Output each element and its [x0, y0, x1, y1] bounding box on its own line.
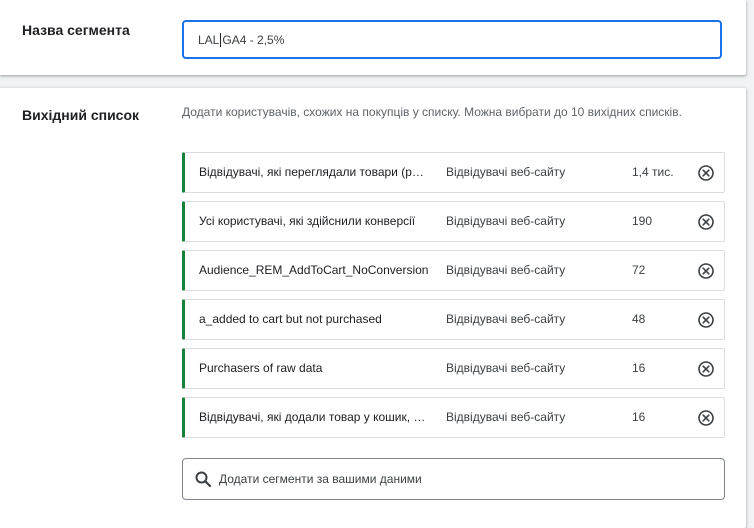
audience-size: 16 — [632, 361, 646, 375]
segment-name-input[interactable]: LAL GA4 - 2,5% — [182, 20, 722, 59]
audience-name: Відвідувачі, які додали товар у кошик, … — [199, 410, 426, 424]
segment-name-card: Назва сегмента LAL GA4 - 2,5% — [0, 0, 746, 75]
source-list-row: a_added to cart but not purchased Відвід… — [182, 299, 725, 340]
source-list-row: Purchasers of raw data Відвідувачі веб-с… — [182, 348, 725, 389]
close-circle-icon[interactable] — [696, 212, 716, 232]
add-segment-placeholder: Додати сегменти за вашими даними — [219, 472, 422, 486]
close-circle-icon[interactable] — [696, 408, 716, 428]
source-list-description: Додати користувачів, схожих на покупців … — [182, 105, 682, 119]
source-list-row: Відвідувачі, які переглядали товари (р… … — [182, 152, 725, 193]
text-caret — [220, 32, 222, 47]
close-circle-icon[interactable] — [696, 310, 716, 330]
close-circle-icon[interactable] — [696, 359, 716, 379]
close-circle-icon[interactable] — [696, 261, 716, 281]
segment-name-value-start: LAL — [198, 32, 220, 47]
add-segment-input[interactable]: Додати сегменти за вашими даними — [182, 458, 725, 500]
close-circle-icon[interactable] — [696, 163, 716, 183]
source-list-row: Audience_REM_AddToCart_NoConversion Відв… — [182, 250, 725, 291]
source-list-row: Відвідувачі, які додали товар у кошик, …… — [182, 397, 725, 438]
audience-name: Відвідувачі, які переглядали товари (р… — [199, 165, 424, 179]
audience-name: Усі користувачі, які здійснили конверсії — [199, 214, 416, 228]
audience-size: 16 — [632, 410, 646, 424]
audience-type: Відвідувачі веб-сайту — [446, 410, 566, 424]
audience-size: 1,4 тис. — [632, 165, 674, 179]
audience-size: 72 — [632, 263, 646, 277]
audience-type: Відвідувачі веб-сайту — [446, 361, 566, 375]
audience-type: Відвідувачі веб-сайту — [446, 165, 566, 179]
audience-name: Audience_REM_AddToCart_NoConversion — [199, 263, 429, 277]
source-list-row: Усі користувачі, які здійснили конверсії… — [182, 201, 725, 242]
audience-name: Purchasers of raw data — [199, 361, 323, 375]
audience-type: Відвідувачі веб-сайту — [446, 214, 566, 228]
audience-size: 48 — [632, 312, 646, 326]
audience-name: a_added to cart but not purchased — [199, 312, 382, 326]
source-list-label: Вихідний список — [22, 107, 140, 123]
audience-type: Відвідувачі веб-сайту — [446, 263, 566, 277]
audience-size: 190 — [632, 214, 653, 228]
audience-type: Відвідувачі веб-сайту — [446, 312, 566, 326]
search-icon — [193, 469, 213, 489]
segment-name-label: Назва сегмента — [22, 22, 130, 38]
source-list: Відвідувачі, які переглядали товари (р… … — [182, 152, 725, 446]
segment-name-value-end: GA4 - 2,5% — [222, 32, 285, 47]
source-list-card: Вихідний список Додати користувачів, схо… — [0, 88, 746, 528]
